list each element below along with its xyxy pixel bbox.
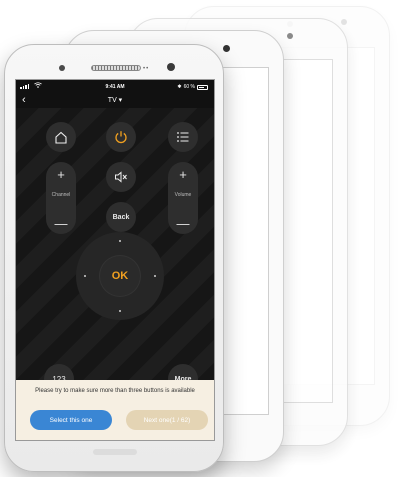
- prompt-message: Please try to make sure more than three …: [35, 388, 195, 394]
- home-indicator: [93, 449, 137, 455]
- camera-icon: [167, 63, 175, 71]
- select-this-one-button[interactable]: Select this one: [30, 410, 112, 430]
- camera-icon: [287, 33, 293, 39]
- speaker-dots: ••: [143, 66, 150, 72]
- sensor-icon: [59, 65, 65, 71]
- dpad-down-indicator[interactable]: [119, 310, 121, 312]
- selection-prompt: Please try to make sure more than three …: [16, 380, 214, 440]
- menu-button[interactable]: [168, 122, 198, 152]
- direction-pad[interactable]: OK: [76, 232, 164, 320]
- battery-icon: [197, 84, 208, 90]
- home-button[interactable]: [46, 122, 76, 152]
- volume-control: + Volume —: [168, 162, 198, 234]
- camera-icon: [341, 19, 347, 25]
- channel-control: + Channel —: [46, 162, 76, 234]
- speaker-grille: [91, 65, 141, 71]
- power-icon: [115, 131, 127, 144]
- channel-label: Channel: [51, 192, 71, 198]
- phone-screen: 9:41 AM ✱ 60 % ‹ TV ▾ + Channel — + Volu…: [15, 79, 215, 441]
- mute-button[interactable]: [106, 162, 136, 192]
- home-icon: [55, 131, 67, 144]
- battery-percent: 60 %: [183, 84, 195, 90]
- volume-down-button[interactable]: —: [168, 216, 198, 231]
- camera-icon: [223, 45, 230, 52]
- menu-icon: [177, 132, 189, 142]
- battery-indicator: ✱ 60 %: [177, 84, 208, 90]
- main-phone: •• 9:41 AM ✱ 60 % ‹ TV ▾ + Channel — + V…: [4, 44, 224, 472]
- volume-up-button[interactable]: +: [168, 167, 198, 182]
- nav-bar: ‹ TV ▾: [16, 94, 214, 108]
- channel-up-button[interactable]: +: [46, 167, 76, 182]
- power-button[interactable]: [106, 122, 136, 152]
- dpad-left-indicator[interactable]: [84, 275, 86, 277]
- channel-down-button[interactable]: —: [46, 216, 76, 231]
- phone-stack-illustration: •• 9:41 AM ✱ 60 % ‹ TV ▾ + Channel — + V…: [0, 0, 398, 477]
- dpad-right-indicator[interactable]: [154, 275, 156, 277]
- next-one-button[interactable]: Next one(1 / 62): [126, 410, 208, 430]
- device-selector[interactable]: TV ▾: [16, 96, 214, 104]
- status-bar: 9:41 AM ✱ 60 %: [16, 80, 214, 94]
- mute-icon: [115, 171, 127, 183]
- volume-label: Volume: [174, 192, 192, 198]
- dpad-up-indicator[interactable]: [119, 240, 121, 242]
- ok-button[interactable]: OK: [100, 256, 140, 296]
- bluetooth-icon: ✱: [177, 84, 182, 90]
- back-button[interactable]: Back: [106, 202, 136, 232]
